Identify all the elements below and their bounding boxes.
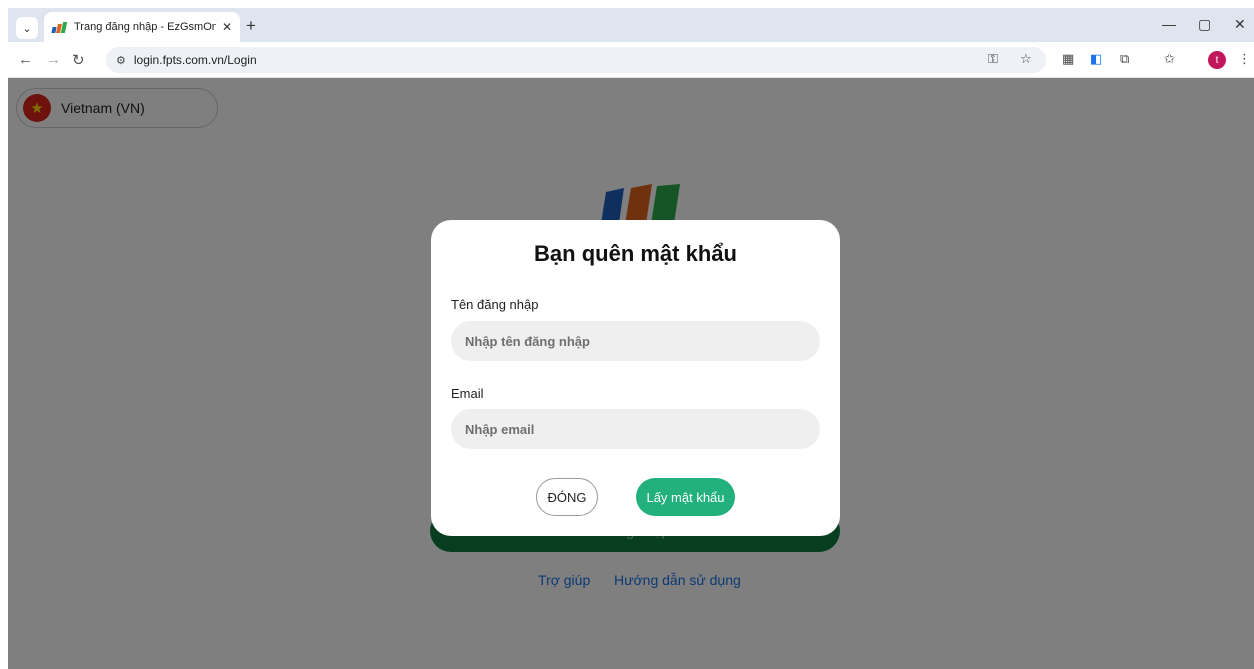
- forgot-password-dialog: Bạn quên mật khẩu Tên đăng nhập Email ĐÓ…: [431, 220, 840, 536]
- username-label: Tên đăng nhập: [451, 297, 539, 312]
- reload-icon[interactable]: ↻: [72, 51, 85, 69]
- profile-avatar[interactable]: t: [1208, 51, 1226, 69]
- bookmarks-icon[interactable]: ✩: [1164, 51, 1175, 67]
- address-bar[interactable]: ⚙ login.fpts.com.vn/Login: [106, 47, 1046, 73]
- tab-search-button[interactable]: ⌄: [16, 17, 38, 39]
- address-url: login.fpts.com.vn/Login: [133, 53, 257, 67]
- restore-icon[interactable]: ▢: [1198, 16, 1211, 33]
- login-page: ★ Vietnam (VN) Đăng nhập Trợ giúp Hướng …: [8, 78, 1254, 669]
- get-password-button[interactable]: Lấy mật khẩu: [636, 478, 735, 516]
- qr-code-icon[interactable]: ▦: [1062, 51, 1074, 67]
- translate-icon[interactable]: ◧: [1090, 51, 1102, 67]
- browser-tab[interactable]: Trang đăng nhập - EzGsmOnline ✕: [44, 12, 240, 42]
- extensions-icon[interactable]: ⧉: [1120, 51, 1129, 67]
- back-icon[interactable]: ←: [18, 51, 33, 68]
- email-input[interactable]: [451, 409, 820, 449]
- close-tab-icon[interactable]: ✕: [222, 20, 232, 34]
- site-info-icon[interactable]: ⚙: [116, 54, 126, 67]
- browser-toolbar: ← → ↻ ⚙ login.fpts.com.vn/Login ⚿ ☆ ▦ ◧ …: [8, 42, 1254, 78]
- minimize-icon[interactable]: —: [1162, 16, 1176, 32]
- bookmark-star-icon[interactable]: ☆: [1020, 51, 1032, 67]
- chevron-down-icon: ⌄: [22, 22, 32, 35]
- email-label: Email: [451, 386, 484, 401]
- close-window-icon[interactable]: ✕: [1234, 16, 1246, 33]
- tab-title: Trang đăng nhập - EzGsmOnline: [74, 21, 216, 33]
- new-tab-icon[interactable]: +: [246, 16, 256, 36]
- menu-kebab-icon[interactable]: ⋮: [1238, 51, 1251, 67]
- fpts-favicon-icon: [51, 21, 68, 33]
- profile-initial: t: [1215, 54, 1219, 66]
- dialog-title: Bạn quên mật khẩu: [534, 241, 737, 266]
- browser-tab-strip: ⌄ Trang đăng nhập - EzGsmOnline ✕ + — ▢ …: [8, 8, 1254, 42]
- close-button[interactable]: ĐÓNG: [536, 478, 598, 516]
- password-key-icon[interactable]: ⚿: [988, 51, 998, 67]
- forward-icon[interactable]: →: [46, 51, 61, 68]
- username-input[interactable]: [451, 321, 820, 361]
